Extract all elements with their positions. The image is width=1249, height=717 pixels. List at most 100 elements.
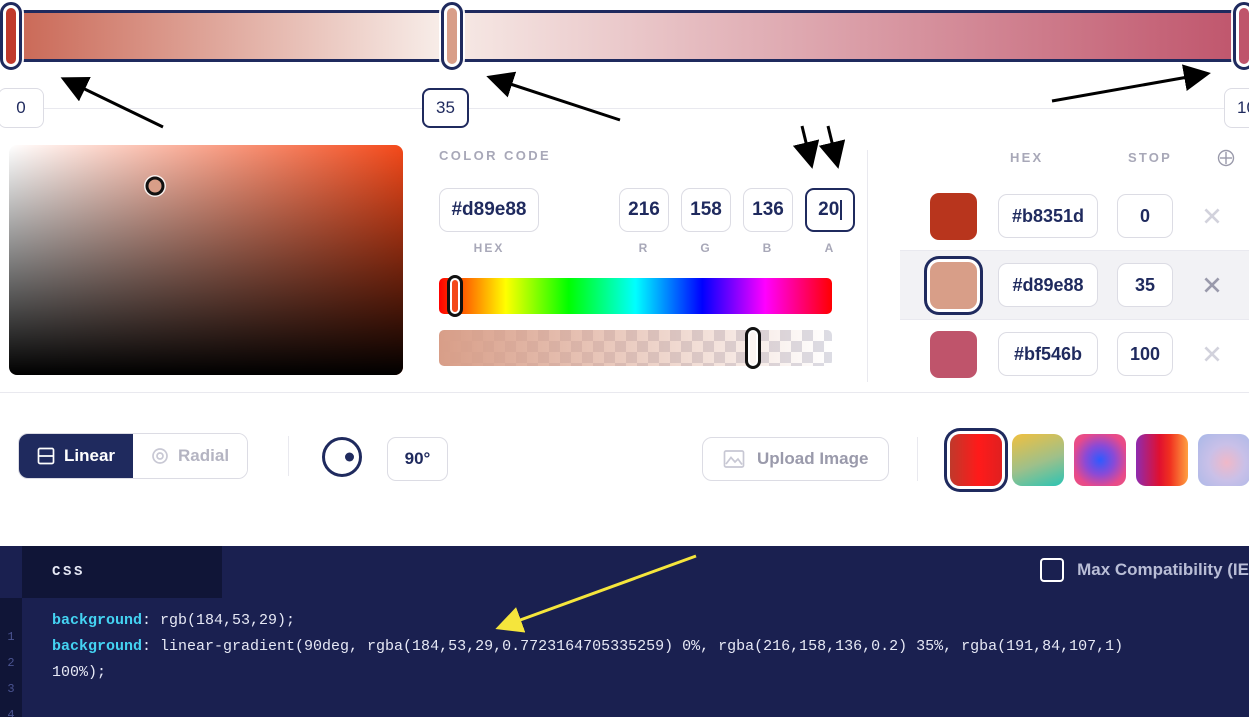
line-number: 3 [7, 682, 15, 696]
stop-color-swatch-0[interactable] [930, 192, 977, 240]
saturation-value-picker[interactable] [9, 145, 403, 375]
css-tab[interactable]: CSS [22, 546, 222, 598]
gradient-bar-track[interactable] [0, 10, 1249, 62]
stop-row-2[interactable]: #bf546b 100 [900, 320, 1249, 388]
alpha-slider-thumb[interactable] [745, 327, 762, 369]
green-label: G [700, 241, 712, 255]
color-code-title: COLOR CODE [439, 148, 552, 163]
sv-cursor-handle[interactable] [145, 176, 165, 196]
gradient-stop-handle-2[interactable] [1233, 2, 1249, 70]
linear-gradient-icon [37, 447, 55, 465]
red-input[interactable]: 216 [619, 188, 669, 232]
hex-field: #d89e88 HEX [439, 188, 539, 255]
css-property: background [52, 638, 143, 655]
stop-color-swatch-2[interactable] [930, 330, 977, 378]
alpha-label: A [824, 241, 836, 255]
stop-row-1[interactable]: #d89e88 35 [900, 251, 1249, 319]
add-stop-icon[interactable] [1216, 148, 1236, 168]
alpha-field: 20 A [805, 188, 855, 255]
stop-position-input-2[interactable]: 100 [1224, 88, 1249, 128]
delete-stop-icon-1[interactable] [1201, 274, 1223, 296]
angle-input[interactable]: 90° [387, 437, 448, 481]
stop-row-0[interactable]: #b8351d 0 [900, 182, 1249, 250]
radial-type-button[interactable]: Radial [133, 434, 248, 478]
blue-field: 136 B [743, 188, 793, 255]
css-code-text[interactable]: background: rgb(184,53,29); background: … [52, 608, 1249, 686]
css-property: background [52, 612, 143, 629]
stop-position-input-1[interactable]: 35 [422, 88, 469, 128]
green-field: 158 G [681, 188, 731, 255]
css-tab-label: CSS [52, 564, 86, 580]
css-output-panel: CSS Max Compatibility (IE 1 2 3 4 backgr… [0, 546, 1249, 717]
gradient-generator-app: 0 35 100 COLOR CODE #d89e88 HEX [0, 0, 1249, 717]
code-line-3: 100%); [52, 660, 1249, 686]
panel-divider [867, 150, 868, 382]
hue-slider[interactable] [439, 275, 832, 317]
code-line-number-gutter: 1 2 3 4 [0, 598, 22, 717]
line-number: 4 [7, 708, 15, 717]
stops-header: HEX STOP [900, 140, 1249, 182]
angle-dial[interactable] [322, 437, 362, 477]
css-value: 100%); [52, 664, 107, 681]
line-number: 1 [7, 630, 15, 644]
gradient-type-switch[interactable]: Linear Radial [18, 433, 249, 479]
color-editor-section: COLOR CODE #d89e88 HEX 216 R 158 G 136 B… [0, 140, 1249, 390]
stop-hex-input-0[interactable]: #b8351d [998, 194, 1098, 238]
image-icon [723, 450, 745, 468]
sv-darkness-overlay [9, 145, 403, 375]
stop-position-field-2[interactable]: 100 [1117, 332, 1173, 376]
line-number: 2 [7, 656, 15, 670]
toolbar-divider-2 [917, 437, 918, 481]
gradient-bar-fill [0, 13, 1249, 59]
stop-hex-input-2[interactable]: #bf546b [998, 332, 1098, 376]
code-line-2: background: linear-gradient(90deg, rgba(… [52, 634, 1249, 660]
delete-stop-icon-2[interactable] [1201, 343, 1223, 365]
stops-header-hex: HEX [1010, 150, 1044, 165]
stop-position-input-0[interactable]: 0 [0, 88, 44, 128]
blue-label: B [762, 241, 774, 255]
preset-pink-blue-radial[interactable] [1074, 434, 1126, 486]
section-divider [0, 392, 1249, 393]
gradient-stop-values: 0 35 100 [0, 88, 1249, 130]
hex-label: HEX [473, 241, 505, 255]
stop-position-field-1[interactable]: 35 [1117, 263, 1173, 307]
gradient-preview-bar[interactable] [0, 2, 1249, 70]
hue-slider-thumb[interactable] [446, 275, 463, 317]
preset-pastel-blue-pink[interactable] [1198, 434, 1249, 486]
linear-type-label: Linear [64, 446, 116, 465]
blue-input[interactable]: 136 [743, 188, 793, 232]
stop-color-swatch-1[interactable] [930, 261, 977, 309]
divider-line [0, 108, 1249, 109]
linear-type-button[interactable]: Linear [19, 434, 134, 478]
alpha-slider[interactable] [439, 327, 832, 369]
css-value: : linear-gradient(90deg, rgba(184,53,29,… [142, 638, 1124, 655]
preset-purple-red-orange[interactable] [1136, 434, 1188, 486]
max-compatibility-label: Max Compatibility (IE [1077, 560, 1249, 579]
gradient-stop-handle-1[interactable] [441, 2, 463, 70]
angle-dial-handle[interactable] [345, 452, 354, 462]
alpha-input[interactable]: 20 [805, 188, 855, 232]
upload-image-button[interactable]: Upload Image [702, 437, 890, 481]
code-line-1: background: rgb(184,53,29); [52, 608, 1249, 634]
red-label: R [638, 241, 650, 255]
radial-gradient-icon [152, 448, 168, 464]
preset-red-linear[interactable] [950, 434, 1002, 486]
gradient-stop-handle-0[interactable] [0, 2, 22, 70]
preset-yellow-teal[interactable] [1012, 434, 1064, 486]
stops-header-stop: STOP [1128, 150, 1172, 165]
preset-gradients [950, 434, 1249, 486]
red-field: 216 R [619, 188, 669, 255]
css-value: : rgb(184,53,29); [142, 612, 296, 629]
text-caret [840, 200, 842, 220]
max-compatibility-control[interactable]: Max Compatibility (IE [1040, 558, 1249, 582]
max-compatibility-checkbox[interactable] [1040, 558, 1065, 582]
upload-image-label: Upload Image [757, 449, 869, 468]
hex-input[interactable]: #d89e88 [439, 188, 539, 232]
toolbar-divider-1 [288, 436, 289, 476]
stop-hex-input-1[interactable]: #d89e88 [998, 263, 1098, 307]
green-input[interactable]: 158 [681, 188, 731, 232]
delete-stop-icon-0[interactable] [1201, 205, 1223, 227]
stop-position-field-0[interactable]: 0 [1117, 194, 1173, 238]
color-code-panel: COLOR CODE #d89e88 HEX 216 R 158 G 136 B… [430, 140, 860, 390]
css-panel-header: CSS Max Compatibility (IE [0, 546, 1249, 598]
